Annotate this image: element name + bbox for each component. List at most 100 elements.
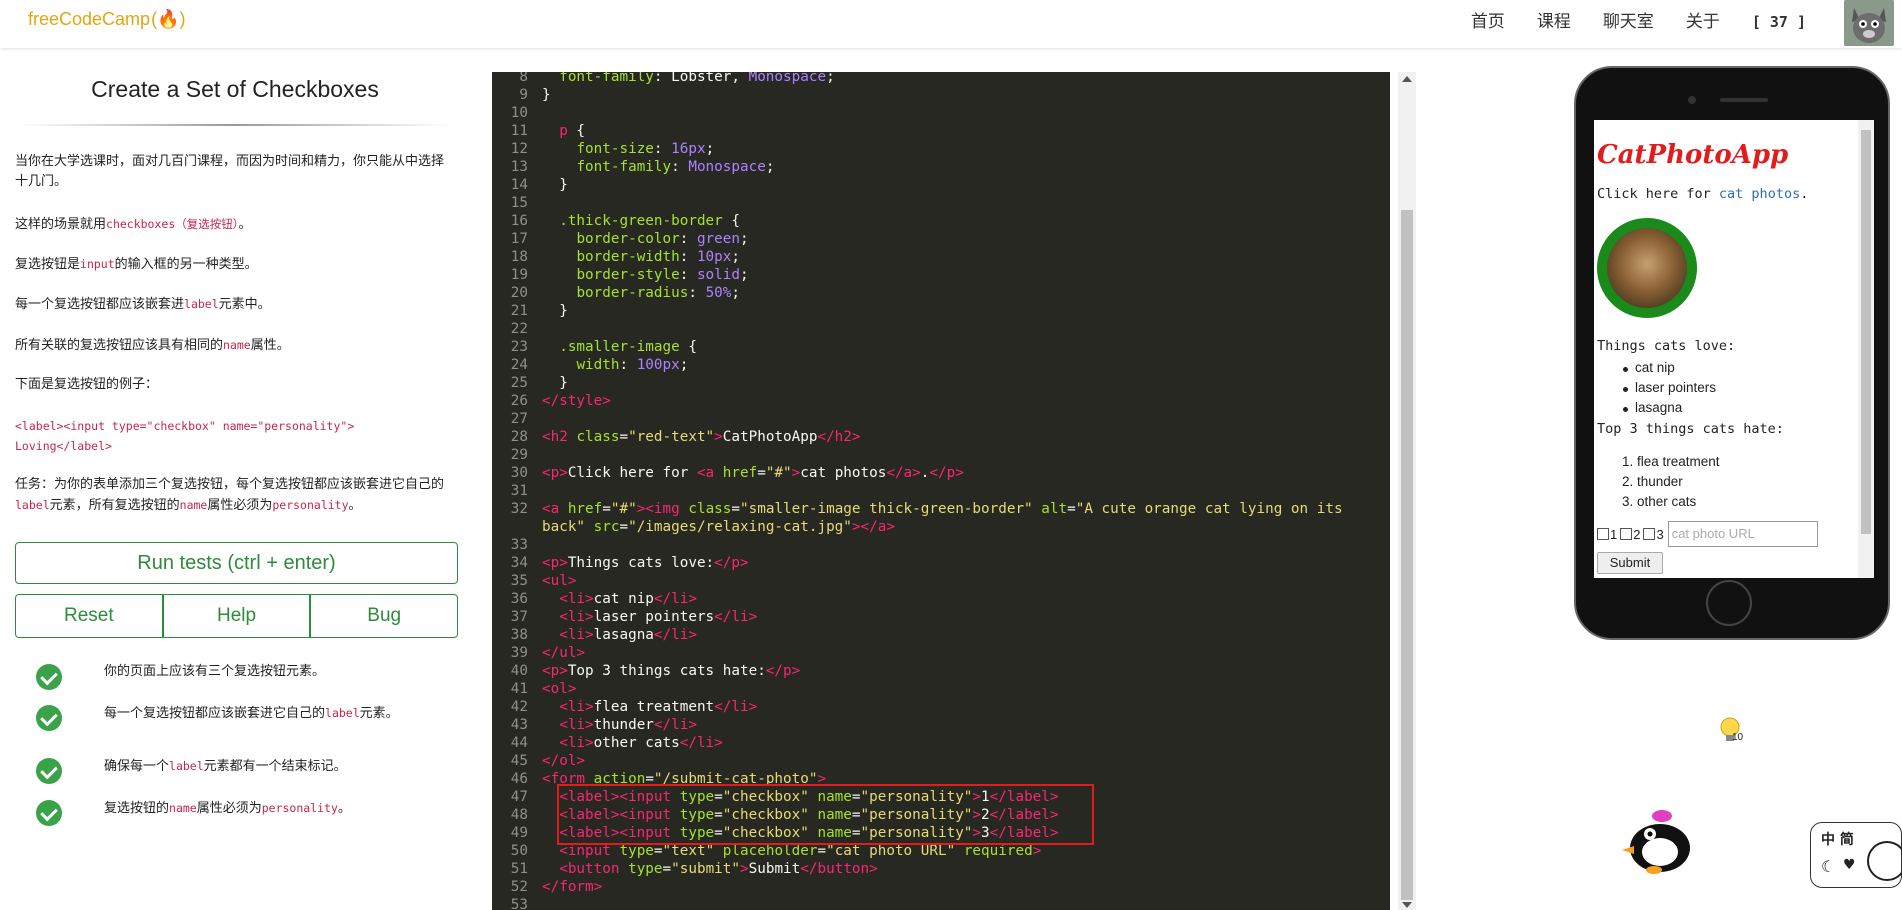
line-number: 52 xyxy=(510,879,528,895)
code-line[interactable]: <li>flea treatment</li> xyxy=(542,698,1382,716)
scrollbar-thumb[interactable] xyxy=(1401,210,1413,900)
line-number: 41 xyxy=(510,681,528,697)
freecodecamp-logo[interactable]: freeCodeCamp(🔥) xyxy=(28,9,185,30)
code-line[interactable]: </ul> xyxy=(542,644,1382,662)
code-line[interactable]: border-style: solid; xyxy=(542,266,1382,284)
line-number: 8 xyxy=(519,72,528,85)
code-line[interactable]: </ol> xyxy=(542,752,1382,770)
help-button[interactable]: Help xyxy=(162,594,311,638)
points-badge[interactable]: [ 37 ] xyxy=(1752,10,1806,34)
emoji-face-icon[interactable] xyxy=(1867,841,1902,881)
checkbox-2[interactable] xyxy=(1620,528,1633,540)
description-p6: 下面是复选按钮的例子： xyxy=(15,377,159,392)
preview-scrollbar[interactable] xyxy=(1858,120,1874,578)
line-number: 19 xyxy=(510,267,528,283)
code-line[interactable]: <li>other cats</li> xyxy=(542,734,1382,752)
code-line[interactable]: <li>laser pointers</li> xyxy=(542,608,1382,626)
line-number: 40 xyxy=(510,663,528,679)
line-number: 35 xyxy=(510,573,528,589)
line-number: 18 xyxy=(510,249,528,265)
cat-photos-link[interactable]: cat photos xyxy=(1719,186,1800,202)
scroll-up-icon[interactable] xyxy=(1402,76,1412,82)
code-line[interactable]: <li>thunder</li> xyxy=(542,716,1382,734)
code-line[interactable]: border-color: green; xyxy=(542,230,1382,248)
ime-toolbar[interactable]: 中 简 ☾ ♥ xyxy=(1810,822,1902,888)
line-number: 10 xyxy=(510,105,528,121)
code-line[interactable]: border-width: 10px; xyxy=(542,248,1382,266)
code-line[interactable]: back" src="/images/relaxing-cat.jpg"></a… xyxy=(542,518,1382,536)
line-number: 49 xyxy=(510,825,528,841)
list-item: 2. thunder xyxy=(1622,474,1683,489)
code-line[interactable]: p { xyxy=(542,122,1382,140)
line-number: 43 xyxy=(510,717,528,733)
reset-button[interactable]: Reset xyxy=(15,594,163,638)
line-number: 45 xyxy=(510,753,528,769)
code-line[interactable]: font-size: 16px; xyxy=(542,140,1382,158)
line-number: 22 xyxy=(510,321,528,337)
line-number: 48 xyxy=(510,807,528,823)
list-item: cat nip xyxy=(1623,360,1675,375)
code-line[interactable]: <ul> xyxy=(542,572,1382,590)
check-icon xyxy=(36,758,62,784)
code-line[interactable]: } xyxy=(542,176,1382,194)
code-line[interactable]: width: 100px; xyxy=(542,356,1382,374)
line-number: 36 xyxy=(510,591,528,607)
description-p5: 所有关联的复选按钮应该具有相同的name属性。 xyxy=(15,338,290,353)
challenge-panel: Create a Set of Checkboxes 当你在大学选课时，面对几百… xyxy=(0,48,470,910)
preview-form: 1 2 3 cat photo URL xyxy=(1597,521,1818,547)
code-line[interactable]: .thick-green-border { xyxy=(542,212,1382,230)
user-avatar[interactable] xyxy=(1844,0,1894,46)
code-line[interactable]: } xyxy=(542,86,1382,104)
heart-icon[interactable]: ♥ xyxy=(1843,857,1856,873)
main-nav: 首页 课程 聊天室 关于 [ 37 ] xyxy=(1439,10,1806,34)
line-number: 47 xyxy=(510,789,528,805)
line-number: 24 xyxy=(510,357,528,373)
code-line[interactable]: <p>Click here for <a href="#">cat photos… xyxy=(542,464,1382,482)
line-number: 37 xyxy=(510,609,528,625)
code-line[interactable]: <p>Top 3 things cats hate:</p> xyxy=(542,662,1382,680)
submit-button[interactable]: Submit xyxy=(1597,552,1663,574)
penguin-mascot-icon[interactable] xyxy=(1620,806,1700,876)
code-line[interactable]: <ol> xyxy=(542,680,1382,698)
checkbox-3[interactable] xyxy=(1643,528,1656,540)
scrollbar-thumb[interactable] xyxy=(1861,130,1871,534)
code-line[interactable]: </style> xyxy=(542,392,1382,410)
line-number: 46 xyxy=(510,771,528,787)
code-line[interactable]: font-family: Lobster, Monospace; xyxy=(542,72,1382,86)
cat-photo-url-input[interactable]: cat photo URL xyxy=(1667,521,1818,547)
code-line[interactable]: <li>cat nip</li> xyxy=(542,590,1382,608)
code-line[interactable]: </form> xyxy=(542,878,1382,896)
code-line[interactable]: <button type="submit">Submit</button> xyxy=(542,860,1382,878)
scroll-down-icon[interactable] xyxy=(1402,902,1412,908)
line-number: 33 xyxy=(510,537,528,553)
ime-mode-label: 中 简 xyxy=(1821,832,1854,848)
run-tests-button[interactable]: Run tests (ctrl + enter) xyxy=(15,542,458,584)
code-line[interactable]: } xyxy=(542,302,1382,320)
bug-button[interactable]: Bug xyxy=(310,594,459,638)
code-line[interactable]: border-radius: 50%; xyxy=(542,284,1382,302)
test-item: 确保每一个label元素都有一个结束标记。 xyxy=(36,756,456,786)
nav-chat[interactable]: 聊天室 xyxy=(1603,10,1654,34)
moon-icon[interactable]: ☾ xyxy=(1821,857,1835,876)
nav-about[interactable]: 关于 xyxy=(1686,10,1720,34)
cat-image[interactable] xyxy=(1597,218,1697,318)
love-label: Things cats love: xyxy=(1597,338,1736,354)
lightbulb-icon[interactable]: 10 xyxy=(1718,716,1744,746)
list-item: laser pointers xyxy=(1622,380,1717,395)
line-number: 34 xyxy=(510,555,528,571)
code-line[interactable]: <a href="#"><img class="smaller-image th… xyxy=(542,500,1382,518)
line-number: 29 xyxy=(510,447,528,463)
line-number: 51 xyxy=(510,861,528,877)
nav-home[interactable]: 首页 xyxy=(1471,10,1505,34)
code-line[interactable]: .smaller-image { xyxy=(542,338,1382,356)
code-line[interactable]: <li>lasagna</li> xyxy=(542,626,1382,644)
editor-scrollbar[interactable] xyxy=(1398,72,1416,910)
nav-curriculum[interactable]: 课程 xyxy=(1537,10,1571,34)
camera-icon xyxy=(1688,96,1696,104)
code-line[interactable]: font-family: Monospace; xyxy=(542,158,1382,176)
list-item: lasagna xyxy=(1622,400,1683,415)
code-line[interactable]: <h2 class="red-text">CatPhotoApp</h2> xyxy=(542,428,1382,446)
code-line[interactable]: <p>Things cats love:</p> xyxy=(542,554,1382,572)
code-line[interactable]: } xyxy=(542,374,1382,392)
checkbox-1[interactable] xyxy=(1597,528,1609,540)
